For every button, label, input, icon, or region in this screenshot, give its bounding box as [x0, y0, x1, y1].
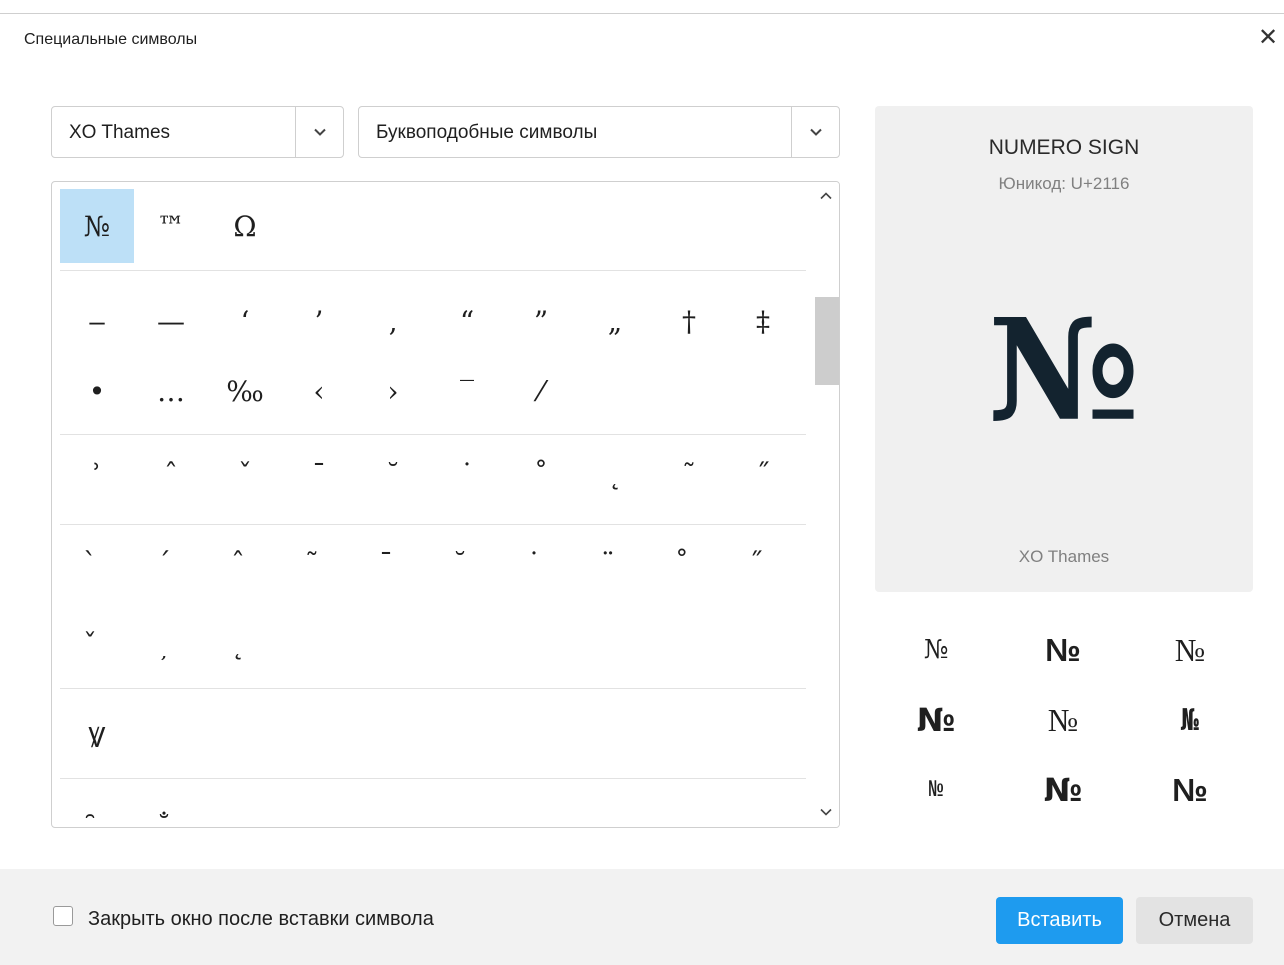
symbol-cell[interactable]: №: [60, 189, 134, 263]
cancel-button[interactable]: Отмена: [1136, 897, 1253, 944]
symbol-cell[interactable]: ̌: [60, 607, 134, 681]
font-variant-sample[interactable]: №: [1135, 620, 1245, 680]
symbol-cell[interactable]: ›: [356, 354, 430, 428]
symbol-preview-panel: NUMERO SIGN Юникод: U+2116 № XO Thames: [875, 106, 1253, 592]
character-block-value: Буквоподобные символы: [376, 122, 598, 143]
symbol-cell[interactable]: ̀: [60, 526, 134, 600]
chevron-down-icon[interactable]: [295, 107, 343, 157]
symbol-cell[interactable]: ̈: [578, 526, 652, 600]
symbol-cell[interactable]: ̋: [726, 526, 800, 600]
symbol-cell[interactable]: ʾ: [60, 437, 134, 511]
symbol-cell[interactable]: Ꝟ: [60, 700, 134, 774]
symbol-font-name: XO Thames: [1018, 547, 1110, 566]
symbol-cell[interactable]: ˉ: [282, 437, 356, 511]
close-after-insert-label[interactable]: Закрыть окно после вставки символа: [88, 908, 434, 931]
symbol-cell[interactable]: ˙: [430, 437, 504, 511]
font-variant-sample[interactable]: №: [881, 690, 991, 750]
symbol-cell[interactable]: ̊: [652, 526, 726, 600]
symbol-cell[interactable]: ‡: [726, 284, 800, 358]
symbol-cell[interactable]: ⁄: [504, 354, 578, 428]
close-after-insert-checkbox[interactable]: [53, 906, 73, 926]
symbol-unicode: Юникод: U+2116: [998, 174, 1130, 193]
group-divider: [60, 524, 806, 525]
symbol-cell[interactable]: ̤: [208, 789, 282, 827]
symbol-cell[interactable]: ̂: [208, 526, 282, 600]
dialog-title: Специальные символы: [24, 31, 198, 48]
symbol-cell[interactable]: ̑: [60, 789, 134, 827]
symbol-cell[interactable]: ˜: [652, 437, 726, 511]
symbol-cell[interactable]: Ω: [208, 189, 282, 263]
scrollbar-thumb[interactable]: [815, 297, 839, 385]
group-divider: [60, 688, 806, 689]
symbol-cell[interactable]: ̆: [430, 526, 504, 600]
symbol-cell[interactable]: †: [652, 284, 726, 358]
symbol-cell[interactable]: ́: [134, 526, 208, 600]
symbol-cell[interactable]: ̃: [282, 526, 356, 600]
font-variant-sample[interactable]: №: [1135, 690, 1245, 750]
font-select[interactable]: XO Thames: [51, 106, 344, 158]
font-variant-sample[interactable]: №: [1008, 760, 1118, 820]
symbol-cell[interactable]: ˆ: [134, 437, 208, 511]
symbol-cell[interactable]: —: [134, 284, 208, 358]
symbol-cell[interactable]: •: [60, 354, 134, 428]
symbol-cell[interactable]: ”: [504, 284, 578, 358]
symbol-cell[interactable]: ̦: [134, 607, 208, 681]
symbol-cell[interactable]: ‚: [356, 284, 430, 358]
symbol-cell[interactable]: “: [430, 284, 504, 358]
symbol-cell[interactable]: ‒: [60, 284, 134, 358]
symbol-grid-content: №™Ω ‒—‘’‚“”„†‡ •…‰‹›‾⁄ ʾˆˇˉ˘˙˚˛˜˝̀́̂̃̄̆̇̈̊̋…: [52, 182, 814, 827]
symbol-cell[interactable]: ’: [282, 284, 356, 358]
chevron-down-icon[interactable]: [791, 107, 839, 157]
window-top-border: [0, 13, 1284, 14]
symbol-cell[interactable]: ‾: [430, 354, 504, 428]
symbol-grid-scrollbar[interactable]: [814, 182, 839, 827]
symbol-cell[interactable]: ̱: [282, 789, 356, 827]
font-variant-sample[interactable]: №: [1008, 620, 1118, 680]
special-characters-dialog: Специальные символы ✕ XO Thames Буквопод…: [0, 0, 1284, 965]
symbol-preview-glyph: №: [987, 289, 1141, 453]
symbol-cell[interactable]: ̐: [134, 789, 208, 827]
symbol-cell[interactable]: ̨: [208, 607, 282, 681]
symbol-cell[interactable]: ˘: [356, 437, 430, 511]
symbol-name: NUMERO SIGN: [988, 136, 1140, 159]
symbol-cell[interactable]: ‰: [208, 354, 282, 428]
insert-button[interactable]: Вставить: [996, 897, 1123, 944]
symbol-cell[interactable]: ˚: [504, 437, 578, 511]
scroll-down-icon[interactable]: [819, 806, 833, 818]
font-variant-sample[interactable]: №: [1008, 690, 1118, 750]
symbol-cell[interactable]: „: [578, 284, 652, 358]
symbol-cell[interactable]: ˇ: [208, 437, 282, 511]
font-variant-sample[interactable]: №: [881, 760, 991, 820]
character-block-select[interactable]: Буквоподобные символы: [358, 106, 840, 158]
group-divider: [60, 270, 806, 271]
group-divider: [60, 778, 806, 779]
scroll-up-icon[interactable]: [819, 190, 833, 202]
symbol-cell[interactable]: ̄: [356, 526, 430, 600]
group-divider: [60, 434, 806, 435]
symbol-cell[interactable]: ˛: [578, 437, 652, 511]
font-variant-sample[interactable]: №: [1135, 760, 1245, 820]
close-icon[interactable]: ✕: [1256, 26, 1280, 50]
symbol-cell[interactable]: ̇: [504, 526, 578, 600]
symbol-cell[interactable]: ‹: [282, 354, 356, 428]
font-variant-sample[interactable]: №: [881, 620, 991, 680]
symbol-cell[interactable]: …: [134, 354, 208, 428]
symbol-grid: №™Ω ‒—‘’‚“”„†‡ •…‰‹›‾⁄ ʾˆˇˉ˘˙˚˛˜˝̀́̂̃̄̆̇̈̊̋…: [51, 181, 840, 828]
font-select-value: XO Thames: [69, 122, 171, 143]
symbol-cell[interactable]: ˝: [726, 437, 800, 511]
symbol-cell[interactable]: ™: [134, 189, 208, 263]
symbol-cell[interactable]: ‘: [208, 284, 282, 358]
